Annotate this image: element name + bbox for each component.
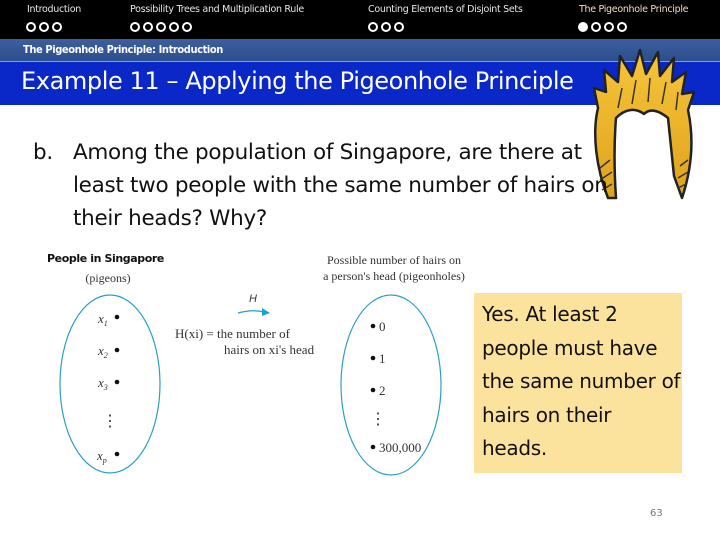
pigeonholes-title-line1: Possible number of hairs on [327, 253, 461, 267]
section-navigation: Introduction Possibility Trees and Multi… [0, 0, 720, 39]
slide-title: Example 11 – Applying the Pigeonhole Pri… [21, 67, 574, 95]
question-label: b. [33, 140, 53, 165]
nav-dot[interactable] [52, 22, 62, 32]
svg-text:0: 0 [379, 319, 386, 334]
pigeonhole-0: 0 [370, 319, 386, 334]
pigeons-set-ellipse [59, 294, 161, 474]
subsection-title: The Pigeonhole Principle: Introduction [23, 43, 223, 56]
nav-section-counting-disjoint[interactable]: Counting Elements of Disjoint Sets [368, 4, 523, 15]
mapping-arrow [237, 310, 265, 314]
nav-section-introduction[interactable]: Introduction [27, 4, 81, 15]
nav-dot[interactable] [381, 22, 391, 32]
nav-dot[interactable] [617, 22, 627, 32]
nav-dot[interactable] [26, 22, 36, 32]
pigeons-label: (pigeons) [85, 271, 130, 285]
svg-text:1: 1 [379, 351, 386, 366]
pigeons-ellipsis: ⋮ [102, 413, 118, 430]
svg-text:300,000: 300,000 [379, 440, 421, 455]
nav-dot[interactable] [143, 22, 153, 32]
pigeonhole-300000: 300,000 [370, 440, 421, 455]
pigeonholes-title-line2: a person's head (pigeonholes) [323, 269, 465, 283]
pigeonhole-mapping-diagram: (pigeons) x1 x2 x3 ⋮ xp H H(xi) = the nu… [59, 253, 465, 476]
pigeon-x1: x1 [97, 311, 120, 328]
svg-text:x1: x1 [97, 311, 108, 328]
nav-dot[interactable] [394, 22, 404, 32]
nav-dot[interactable] [130, 22, 140, 32]
nav-dots-introduction [26, 22, 62, 32]
pigeonholes-ellipsis: ⋮ [370, 411, 386, 428]
nav-dot[interactable] [604, 22, 614, 32]
function-definition-line2: hairs on xi's head [224, 342, 315, 357]
nav-section-pigeonhole[interactable]: The Pigeonhole Principle [579, 4, 689, 15]
arrow-label-H: H [249, 293, 257, 305]
nav-dot[interactable] [368, 22, 378, 32]
svg-text:xp: xp [96, 448, 107, 465]
pigeonhole-2: 2 [370, 383, 386, 398]
function-definition-line1: H(xi) = the number of [175, 326, 291, 341]
nav-dot[interactable] [591, 22, 601, 32]
nav-dot[interactable] [182, 22, 192, 32]
answer-box: Yes. At least 2 people must have the sam… [474, 293, 682, 473]
pigeon-xp: xp [96, 448, 120, 465]
nav-dot[interactable] [169, 22, 179, 32]
svg-text:x2: x2 [97, 343, 108, 360]
svg-text:2: 2 [379, 383, 386, 398]
nav-dots-possibility-trees [130, 22, 192, 32]
nav-section-possibility-trees[interactable]: Possibility Trees and Multiplication Rul… [130, 4, 304, 15]
page-number: 63 [650, 508, 663, 519]
nav-dots-pigeonhole [578, 22, 627, 32]
nav-dots-counting-disjoint [368, 22, 404, 32]
nav-dot[interactable] [39, 22, 49, 32]
question-text: Among the population of Singapore, are t… [73, 140, 608, 231]
pigeonhole-1: 1 [370, 351, 386, 366]
pigeon-x2: x2 [97, 343, 120, 360]
nav-dot-current[interactable] [578, 22, 588, 32]
pigeon-x3: x3 [97, 375, 120, 392]
nav-dot[interactable] [156, 22, 166, 32]
answer-text: Yes. At least 2 people must have the sam… [482, 302, 681, 460]
arrow-head-icon [262, 308, 270, 316]
svg-text:x3: x3 [97, 375, 108, 392]
